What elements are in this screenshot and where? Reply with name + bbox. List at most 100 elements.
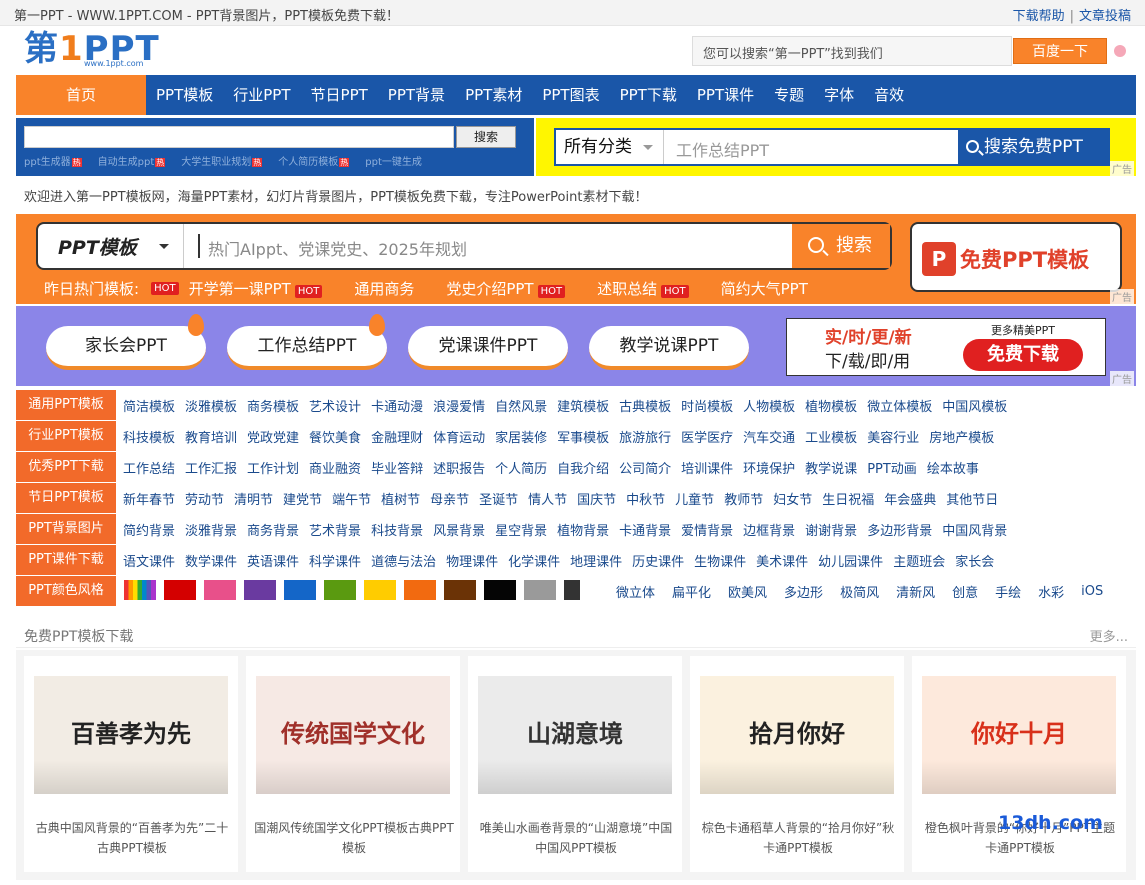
category-link[interactable]: 主题班会 bbox=[893, 551, 945, 570]
template-card[interactable]: 拾月你好 棕色卡通稻草人背景的“拾月你好”秋卡通PPT模板 bbox=[690, 656, 904, 872]
nav-item[interactable]: 字体 bbox=[814, 75, 864, 115]
category-link[interactable]: 中国风模板 bbox=[942, 396, 1007, 415]
promo-pill[interactable]: 党课课件PPT bbox=[408, 326, 568, 370]
template-thumbnail[interactable]: 百善孝为先 bbox=[34, 676, 228, 794]
nav-item[interactable]: PPT素材 bbox=[455, 75, 532, 115]
category-link[interactable]: 其他节日 bbox=[946, 489, 998, 508]
site-search-input[interactable] bbox=[24, 126, 454, 148]
template-thumbnail[interactable]: 山湖意境 bbox=[478, 676, 672, 794]
category-link[interactable]: 商业融资 bbox=[309, 458, 361, 477]
hot-template-link[interactable]: 通用商务 bbox=[354, 278, 414, 299]
template-caption[interactable]: 国潮风传统国学文化PPT模板古典PPT模板 bbox=[254, 818, 454, 858]
nav-item[interactable]: 行业PPT bbox=[223, 75, 300, 115]
category-link[interactable]: 数学课件 bbox=[185, 551, 237, 570]
category-link[interactable]: 英语课件 bbox=[247, 551, 299, 570]
category-link[interactable]: 物理课件 bbox=[446, 551, 498, 570]
category-link[interactable]: 军事模板 bbox=[557, 427, 609, 446]
category-label[interactable]: PPT课件下载 bbox=[16, 545, 116, 575]
template-thumbnail[interactable]: 传统国学文化 bbox=[256, 676, 450, 794]
category-link[interactable]: 艺术背景 bbox=[309, 520, 361, 539]
site-search-button[interactable]: 搜索 bbox=[456, 126, 516, 148]
category-link[interactable]: 人物模板 bbox=[743, 396, 795, 415]
submit-article-link[interactable]: 文章投稿 bbox=[1079, 9, 1131, 24]
category-link[interactable]: 卡通动漫 bbox=[371, 396, 423, 415]
color-swatch[interactable] bbox=[564, 580, 580, 600]
category-link[interactable]: 环境保护 bbox=[743, 458, 795, 477]
category-link[interactable]: 淡雅模板 bbox=[185, 396, 237, 415]
category-link[interactable]: 美容行业 bbox=[867, 427, 919, 446]
category-link[interactable]: 建党节 bbox=[283, 489, 322, 508]
category-link[interactable]: 家居装修 bbox=[495, 427, 547, 446]
category-link[interactable]: 语文课件 bbox=[123, 551, 175, 570]
category-link[interactable]: 星空背景 bbox=[495, 520, 547, 539]
category-label[interactable]: PPT颜色风格 bbox=[16, 576, 116, 606]
template-thumbnail[interactable]: 拾月你好 bbox=[700, 676, 894, 794]
color-swatch[interactable] bbox=[404, 580, 436, 600]
style-link[interactable]: 欧美风 bbox=[728, 582, 767, 601]
color-swatch-rainbow[interactable] bbox=[124, 580, 156, 600]
category-label[interactable]: 节日PPT模板 bbox=[16, 483, 116, 513]
category-link[interactable]: 家长会 bbox=[955, 551, 994, 570]
category-link[interactable]: 金融理财 bbox=[371, 427, 423, 446]
baidu-search-button[interactable]: 百度一下 bbox=[1013, 38, 1107, 64]
category-label[interactable]: 通用PPT模板 bbox=[16, 390, 116, 420]
style-link[interactable]: 微立体 bbox=[616, 582, 655, 601]
category-link[interactable]: 化学课件 bbox=[508, 551, 560, 570]
category-link[interactable]: 国庆节 bbox=[577, 489, 616, 508]
promo-pill[interactable]: 工作总结PPT bbox=[227, 326, 387, 370]
category-link[interactable]: 科技背景 bbox=[371, 520, 423, 539]
hot-template-link[interactable]: 开学第一课PPT HOT bbox=[189, 278, 323, 299]
category-link[interactable]: 餐饮美食 bbox=[309, 427, 361, 446]
template-search-button[interactable]: 搜索 bbox=[792, 224, 890, 268]
category-link[interactable]: 植物背景 bbox=[557, 520, 609, 539]
nav-item[interactable]: PPT图表 bbox=[532, 75, 609, 115]
template-search-input[interactable]: 热门AIppt、党课党史、2025年规划 bbox=[208, 236, 467, 260]
category-link[interactable]: 边框背景 bbox=[743, 520, 795, 539]
category-link[interactable]: 简约背景 bbox=[123, 520, 175, 539]
style-link[interactable]: 清新风 bbox=[896, 582, 935, 601]
category-link[interactable]: 生日祝福 bbox=[822, 489, 874, 508]
site-logo[interactable]: 第1PPT www.1ppt.com bbox=[24, 30, 192, 70]
nav-item[interactable]: 专题 bbox=[764, 75, 814, 115]
promo-pill[interactable]: 教学说课PPT bbox=[589, 326, 749, 370]
category-link[interactable]: 幼儿园课件 bbox=[818, 551, 883, 570]
template-card[interactable]: 你好十月 橙色枫叶背景的“你好十月”PPT主题卡通PPT模板 bbox=[912, 656, 1126, 872]
category-link[interactable]: 时尚模板 bbox=[681, 396, 733, 415]
color-swatch[interactable] bbox=[244, 580, 276, 600]
hot-keyword-link[interactable]: 自动生成ppt 热 bbox=[98, 153, 166, 168]
free-template-button[interactable]: P 免费PPT模板 bbox=[910, 222, 1122, 292]
category-link[interactable]: 多边形背景 bbox=[867, 520, 932, 539]
category-link[interactable]: 中国风背景 bbox=[942, 520, 1007, 539]
category-link[interactable]: 年会盛典 bbox=[884, 489, 936, 508]
category-link[interactable]: 简洁模板 bbox=[123, 396, 175, 415]
category-link[interactable]: 微立体模板 bbox=[867, 396, 932, 415]
template-card[interactable]: 传统国学文化国潮风传统国学文化PPT模板古典PPT模板 bbox=[246, 656, 460, 872]
category-link[interactable]: 植物模板 bbox=[805, 396, 857, 415]
category-link[interactable]: 古典模板 bbox=[619, 396, 671, 415]
category-link[interactable]: 教育培训 bbox=[185, 427, 237, 446]
category-link[interactable]: PPT动画 bbox=[867, 458, 917, 477]
category-link[interactable]: 圣诞节 bbox=[479, 489, 518, 508]
nav-item[interactable]: PPT下载 bbox=[610, 75, 687, 115]
category-link[interactable]: 体育运动 bbox=[433, 427, 485, 446]
category-link[interactable]: 生物课件 bbox=[694, 551, 746, 570]
nav-item[interactable]: PPT模板 bbox=[146, 75, 223, 115]
category-link[interactable]: 新年春节 bbox=[123, 489, 175, 508]
category-link[interactable]: 建筑模板 bbox=[557, 396, 609, 415]
color-swatch[interactable] bbox=[204, 580, 236, 600]
style-link[interactable]: iOS bbox=[1081, 584, 1103, 599]
template-thumbnail[interactable]: 你好十月 bbox=[922, 676, 1116, 794]
category-link[interactable]: 自我介绍 bbox=[557, 458, 609, 477]
baidu-search-input[interactable]: 您可以搜索“第一PPT”找到我们 bbox=[692, 36, 1012, 66]
category-link[interactable]: 工作总结 bbox=[123, 458, 175, 477]
category-link[interactable]: 教师节 bbox=[724, 489, 763, 508]
style-link[interactable]: 极简风 bbox=[840, 582, 879, 601]
hot-template-link[interactable]: 述职总结 HOT bbox=[597, 278, 689, 299]
category-link[interactable]: 自然风景 bbox=[495, 396, 547, 415]
nav-home[interactable]: 首页 bbox=[16, 75, 146, 115]
category-link[interactable]: 情人节 bbox=[528, 489, 567, 508]
category-link[interactable]: 科技模板 bbox=[123, 427, 175, 446]
category-link[interactable]: 劳动节 bbox=[185, 489, 224, 508]
category-link[interactable]: 工作汇报 bbox=[185, 458, 237, 477]
category-select[interactable]: 所有分类 bbox=[556, 130, 664, 164]
